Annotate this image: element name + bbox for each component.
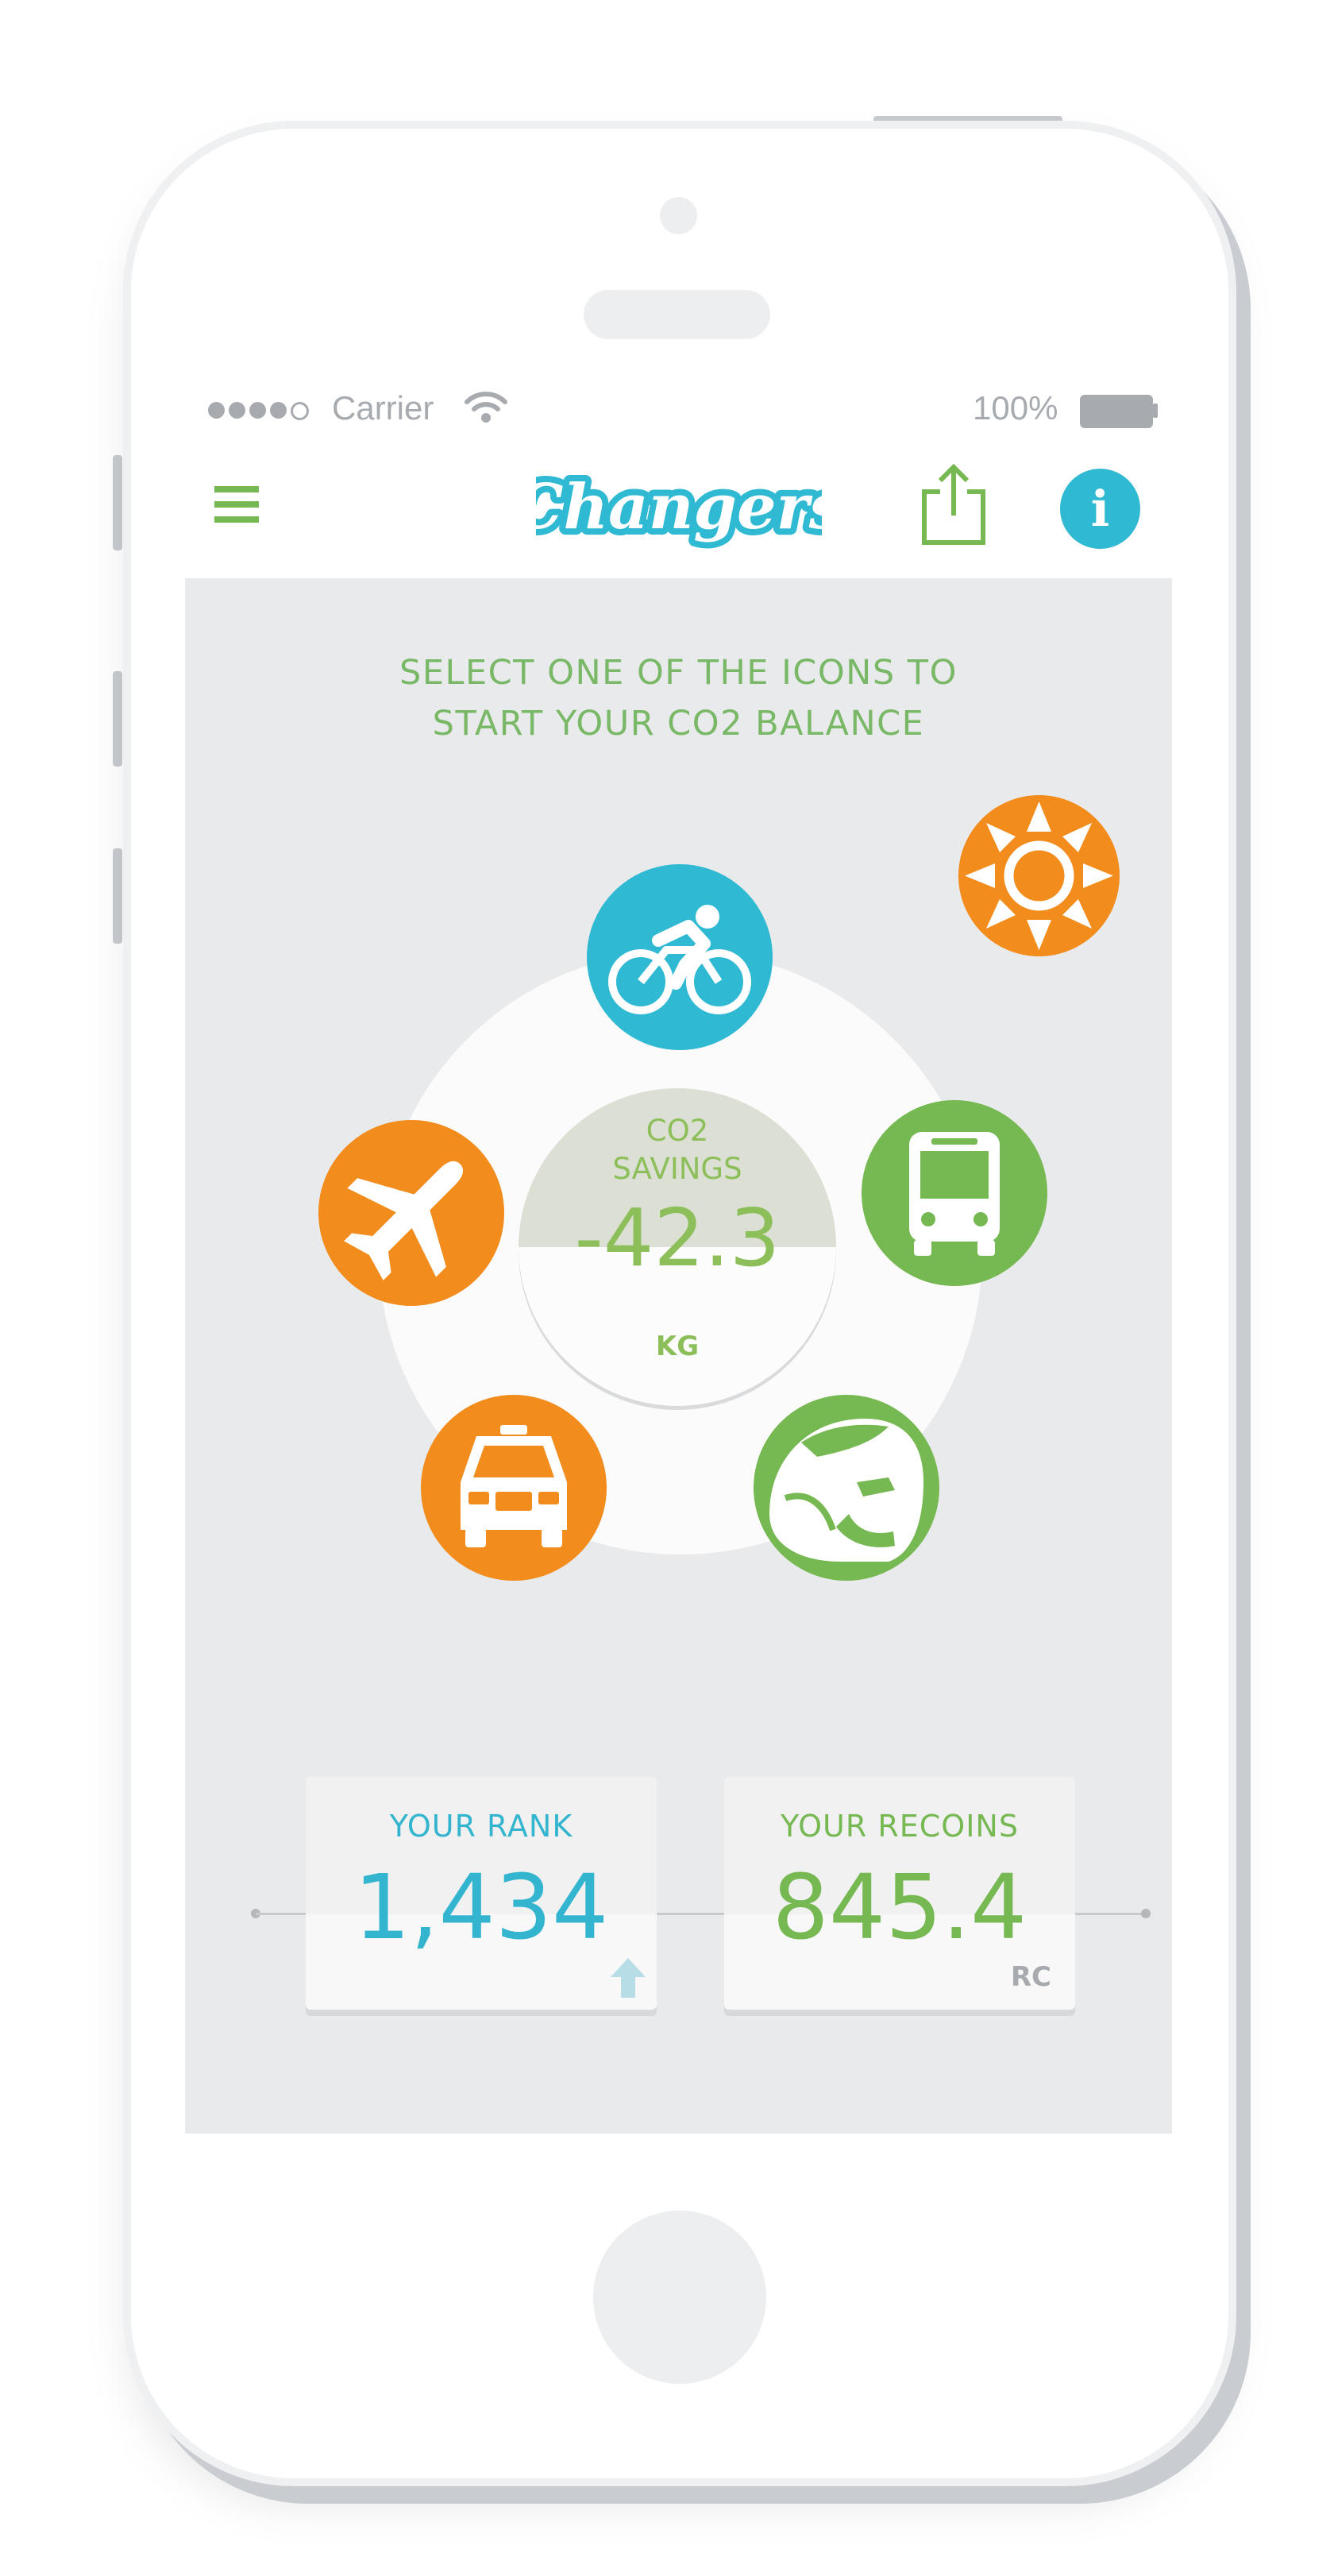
plane-icon: [344, 1161, 464, 1280]
sun-mode-button[interactable]: [958, 795, 1120, 956]
info-button[interactable]: i: [1060, 469, 1140, 549]
signal-dot: [229, 402, 245, 419]
share-icon[interactable]: [920, 463, 988, 547]
co2-unit: KG: [655, 1330, 700, 1362]
phone-volume-up-button: [113, 671, 122, 767]
co2-savings-value: -42.3: [574, 1191, 781, 1284]
earpiece-speaker: [584, 290, 770, 339]
recoins-unit: RC: [1010, 1961, 1051, 1993]
bus-icon: [909, 1132, 1000, 1256]
wifi-icon: [465, 392, 507, 423]
rank-value: 1,434: [353, 1856, 609, 1960]
instruction-line-2: START YOUR CO2 BALANCE: [432, 704, 925, 743]
bus-mode-button[interactable]: [862, 1100, 1047, 1286]
phone-volume-down-button: [113, 848, 122, 944]
instruction-line-1: SELECT ONE OF THE ICONS TO: [399, 653, 958, 693]
rank-label: YOUR RANK: [389, 1809, 573, 1844]
info-icon: i: [1090, 480, 1110, 538]
logo-text: Changers: [536, 471, 822, 543]
phone-power-button: [873, 116, 1062, 127]
car-icon: [461, 1425, 567, 1547]
carrier-label: Carrier: [332, 389, 434, 427]
car-mode-button[interactable]: [421, 1395, 607, 1581]
signal-dot-empty: [291, 402, 309, 420]
front-camera: [660, 197, 697, 234]
co2-label-line1: CO2: [646, 1114, 709, 1148]
recoins-label: YOUR RECOINS: [781, 1809, 1019, 1844]
bicycle-mode-button[interactable]: [587, 864, 773, 1050]
line-end-dot: [1141, 1909, 1151, 1918]
plane-mode-button[interactable]: [318, 1120, 504, 1306]
signal-dot: [249, 402, 266, 419]
train-icon: [769, 1419, 923, 1562]
sun-icon: [965, 801, 1113, 950]
battery-percent: 100%: [973, 389, 1058, 427]
signal-dot: [208, 402, 225, 419]
recoins-card: YOUR RECOINS 845.4 RC: [724, 1777, 1075, 2010]
home-button: [593, 2211, 766, 2384]
co2-label-line2: SAVINGS: [612, 1152, 742, 1186]
bicycle-icon: [608, 905, 751, 1014]
recoins-value: 845.4: [772, 1856, 1027, 1960]
train-mode-button[interactable]: [754, 1395, 939, 1581]
rank-card: YOUR RANK 1,434: [306, 1777, 657, 2010]
changers-logo: Changers: [536, 465, 822, 550]
phone-mute-switch: [113, 455, 122, 550]
battery-tip: [1153, 404, 1158, 418]
signal-dot: [270, 402, 287, 419]
hamburger-menu-icon[interactable]: [214, 486, 259, 523]
battery-icon: [1080, 395, 1153, 428]
arrow-up-icon: [611, 1958, 646, 1998]
